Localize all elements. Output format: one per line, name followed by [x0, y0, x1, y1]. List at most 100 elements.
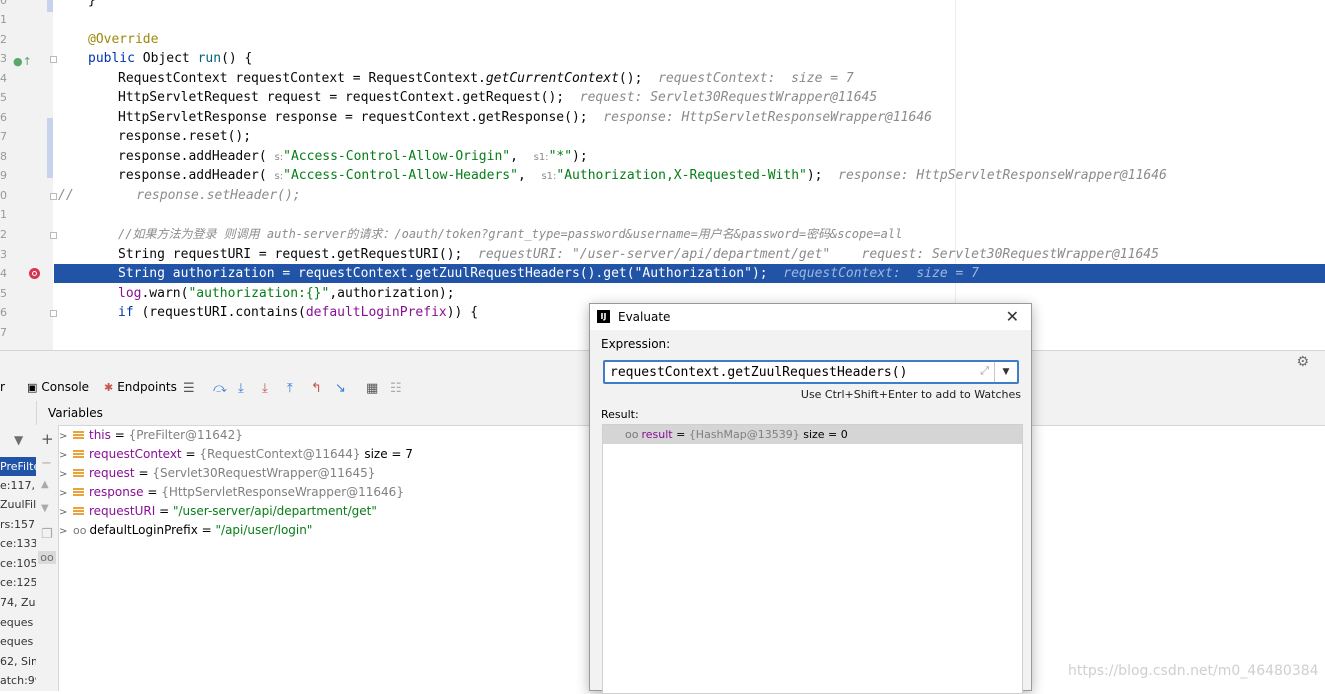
- fold-icon[interactable]: [50, 193, 57, 200]
- line-number: 6: [0, 111, 7, 124]
- watch-glasses-icon: oo: [625, 428, 639, 441]
- close-icon[interactable]: ✕: [1006, 304, 1019, 330]
- field-icon: [73, 431, 84, 440]
- result-tree[interactable]: oo result = {HashMap@13539} size = 0: [602, 424, 1023, 694]
- console-icon: ▣: [27, 380, 38, 394]
- result-label: Result:: [601, 408, 639, 421]
- line-number: 1: [0, 13, 7, 26]
- step-into-icon[interactable]: ⤓: [238, 381, 244, 396]
- copy-icon[interactable]: ❐: [41, 527, 53, 542]
- console-tab-label: Console: [41, 380, 90, 394]
- variables-side-toolbar: + − ▲ ▼ ❐ oo: [36, 425, 59, 691]
- settings-gear-icon[interactable]: ⚙: [1296, 354, 1309, 370]
- frame-item[interactable]: ce:125,: [0, 573, 36, 592]
- frames-list[interactable]: ▼ PreFilte e:117, Z ZuulFil rs:157, ce:1…: [0, 401, 37, 691]
- force-step-into-icon[interactable]: ⤓: [262, 381, 268, 396]
- frame-item[interactable]: PreFilte: [0, 457, 36, 476]
- fold-icon[interactable]: [50, 310, 57, 317]
- line-number: 7: [0, 130, 7, 143]
- frame-item[interactable]: ce:105,: [0, 554, 36, 573]
- run-to-cursor-icon[interactable]: ↘: [335, 381, 346, 396]
- code-line: //如果方法为登录 则调用 auth-server的请求：/oauth/toke…: [118, 227, 903, 241]
- line-number: 7: [0, 326, 7, 339]
- expand-chevron-icon[interactable]: >: [59, 522, 73, 541]
- evaluate-expression-icon[interactable]: ▦: [366, 381, 378, 396]
- console-tab[interactable]: ▣ Console: [27, 380, 89, 394]
- step-out-icon[interactable]: ⤒: [287, 381, 293, 396]
- field-icon: [73, 507, 84, 516]
- filter-icon[interactable]: ▼: [14, 433, 23, 447]
- expand-chevron-icon[interactable]: >: [59, 427, 73, 446]
- result-row[interactable]: oo result = {HashMap@13539} size = 0: [603, 425, 1022, 444]
- line-number: 0: [0, 0, 7, 7]
- endpoints-tab[interactable]: ✱ Endpoints: [104, 380, 177, 394]
- variable-row[interactable]: > this = {PreFilter@11642}: [59, 426, 243, 445]
- expression-label: Expression:: [601, 337, 671, 351]
- watch-hint: Use Ctrl+Shift+Enter to add to Watches: [800, 388, 1021, 401]
- code-line: }: [88, 0, 96, 8]
- result-content: oo result = {HashMap@13539} size = 0: [625, 428, 848, 441]
- code-line: if (requestURI.contains(defaultLoginPref…: [118, 305, 479, 320]
- show-watches-icon[interactable]: oo: [38, 551, 56, 564]
- watermark: https://blog.csdn.net/m0_46480384: [1068, 663, 1319, 679]
- line-number: 9: [0, 169, 7, 182]
- line-number: 4: [0, 267, 7, 280]
- history-dropdown-icon[interactable]: ▼: [994, 362, 1017, 382]
- remove-watch-icon[interactable]: −: [41, 456, 52, 471]
- field-icon: [73, 450, 84, 459]
- variable-row[interactable]: > requestURI = "/user-server/api/departme…: [59, 502, 377, 521]
- expression-field[interactable]: ⤢ ▼: [603, 360, 1019, 384]
- intellij-app-icon: IJ: [597, 310, 610, 323]
- step-over-icon[interactable]: ⤼: [213, 381, 227, 396]
- endpoints-icon: ✱: [104, 380, 114, 394]
- change-marker: [47, 118, 53, 178]
- frame-item[interactable]: eques: [0, 613, 36, 632]
- inline-debug-hint: requestContext: size = 7: [783, 266, 979, 281]
- drop-frame-icon[interactable]: ↰: [311, 381, 322, 396]
- watch-row[interactable]: > oo defaultLoginPrefix = "/api/user/login…: [59, 521, 312, 540]
- move-down-icon[interactable]: ▼: [41, 503, 49, 514]
- line-number: 6: [0, 306, 7, 319]
- inline-debug-hint: requestContext: size = 7: [658, 71, 854, 86]
- variable-row[interactable]: > response = {HttpServletResponseWrapper@…: [59, 483, 404, 502]
- breakpoint-icon[interactable]: [29, 268, 40, 279]
- fold-icon[interactable]: [50, 232, 57, 239]
- expand-chevron-icon[interactable]: >: [59, 484, 73, 503]
- move-up-icon[interactable]: ▲: [41, 479, 49, 490]
- frame-item[interactable]: ZuulFil: [0, 495, 36, 514]
- field-icon: [73, 469, 84, 478]
- menu-icon[interactable]: ☰: [183, 381, 195, 396]
- trace-icon[interactable]: ☷: [390, 381, 402, 396]
- current-execution-line[interactable]: String authorization = requestContext.ge…: [54, 264, 1325, 283]
- expand-chevron-icon[interactable]: >: [59, 465, 73, 484]
- override-marker-icon[interactable]: ●↑: [13, 55, 32, 68]
- code-editor[interactable]: 0 1 2 3 4 5 6 7 8 9 0 1 2 3 4 5 6 7 ●↑ }…: [0, 0, 1325, 350]
- frame-item[interactable]: e:117, Z: [0, 476, 36, 495]
- add-watch-icon[interactable]: +: [41, 430, 54, 448]
- debugger-tab-remnant[interactable]: r: [0, 380, 5, 394]
- frame-item[interactable]: eques: [0, 632, 36, 651]
- frame-item[interactable]: 74, Zuu: [0, 593, 36, 612]
- line-number: 4: [0, 72, 7, 85]
- expand-chevron-icon[interactable]: >: [59, 446, 73, 465]
- inline-debug-hint: response: HttpServletResponseWrapper@116…: [838, 168, 1167, 183]
- frame-item[interactable]: atch:99: [0, 671, 36, 690]
- variable-row[interactable]: > request = {Servlet30RequestWrapper@1164…: [59, 464, 375, 483]
- code-line: response.addHeader( s:"Access-Control-Al…: [118, 149, 588, 164]
- expand-icon[interactable]: ⤢: [980, 364, 989, 378]
- expand-chevron-icon[interactable]: >: [59, 503, 73, 522]
- frame-item[interactable]: ce:133,: [0, 534, 36, 553]
- watch-glasses-icon: oo: [73, 524, 87, 537]
- frame-item[interactable]: rs:157,: [0, 515, 36, 534]
- expression-input[interactable]: [610, 363, 970, 381]
- inline-debug-hint: requestURI: "/user-server/api/department…: [478, 247, 1159, 262]
- editor-gutter: 0 1 2 3 4 5 6 7 8 9 0 1 2 3 4 5 6 7 ●↑: [0, 0, 57, 350]
- dialog-titlebar[interactable]: IJ Evaluate ✕: [590, 304, 1031, 330]
- frame-item[interactable]: 62, Sim: [0, 652, 36, 671]
- dialog-title: Evaluate: [618, 310, 671, 324]
- evaluate-dialog[interactable]: IJ Evaluate ✕ Expression: ⤢ ▼ Use Ctrl+S…: [589, 303, 1032, 694]
- line-number: 2: [0, 228, 7, 241]
- variable-row[interactable]: > requestContext = {RequestContext@11644}…: [59, 445, 413, 464]
- line-number: 3: [0, 248, 7, 261]
- fold-icon[interactable]: [50, 56, 57, 63]
